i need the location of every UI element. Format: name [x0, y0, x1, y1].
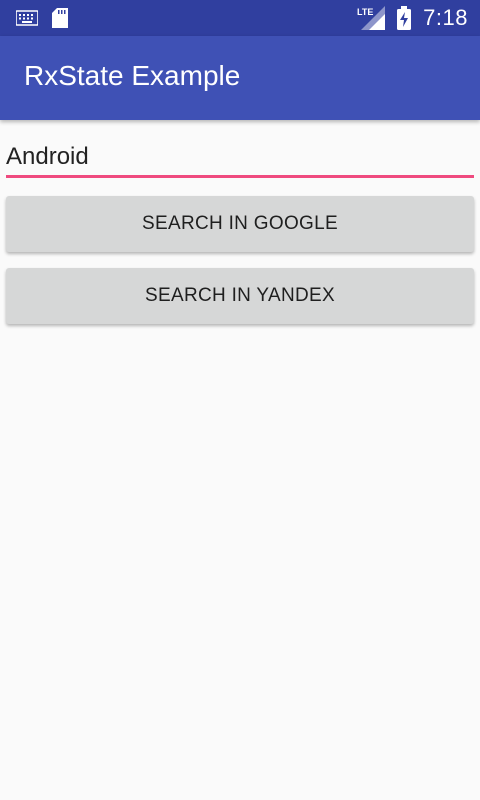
status-bar: LTE 7:18	[0, 0, 480, 36]
search-in-google-button[interactable]: SEARCH IN GOOGLE	[6, 196, 474, 252]
battery-charging-icon	[397, 6, 412, 30]
sd-card-icon	[52, 8, 68, 28]
app-bar: RxState Example	[0, 36, 480, 120]
status-left-icons	[16, 8, 68, 28]
app-title: RxState Example	[24, 60, 241, 91]
search-query-input[interactable]	[6, 138, 474, 178]
search-in-yandex-button[interactable]: SEARCH IN YANDEX	[6, 268, 474, 324]
keyboard-icon	[16, 10, 38, 26]
status-clock: 7:18	[423, 5, 468, 30]
lte-signal-icon: LTE	[357, 6, 386, 30]
main-content: SEARCH IN GOOGLE SEARCH IN YANDEX	[0, 120, 480, 800]
network-type-label: LTE	[357, 7, 373, 17]
status-right-icons: LTE 7:18	[357, 4, 468, 32]
